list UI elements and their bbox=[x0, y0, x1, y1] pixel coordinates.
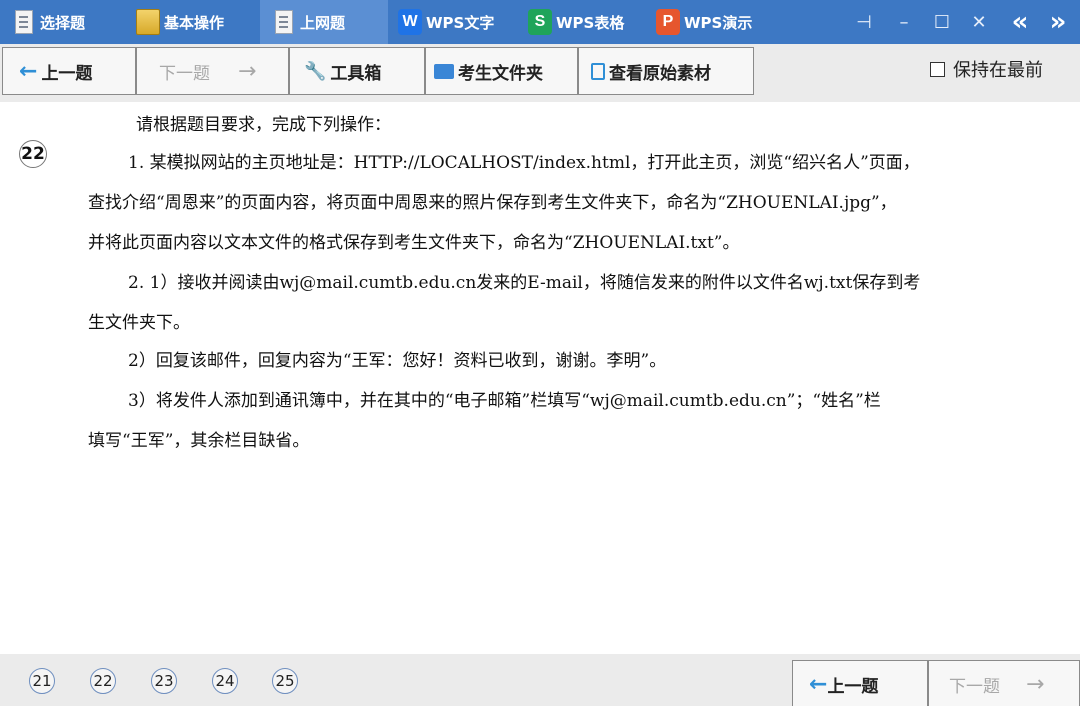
tab-label: WPS文字 bbox=[426, 13, 495, 32]
page-icon bbox=[591, 62, 605, 80]
question-line: 生文件夹下。 bbox=[88, 313, 190, 333]
tab-basic-operations[interactable]: 基本操作 bbox=[136, 0, 258, 44]
top-tab-bar: 选择题 基本操作 上网题 W WPS文字 S WPS表格 P WPS演示 ⊣ –… bbox=[0, 0, 1080, 44]
bottom-prev-question-label: 上一题 bbox=[827, 676, 879, 697]
tab-wps-presentation[interactable]: P WPS演示 bbox=[656, 0, 780, 44]
arrow-left-icon: ← bbox=[809, 671, 828, 697]
view-original-material-label: 查看原始素材 bbox=[609, 63, 711, 84]
close-icon[interactable]: ✕ bbox=[961, 0, 997, 44]
bottom-next-question-label: 下一题 bbox=[949, 676, 1000, 697]
bottom-nav-bar: 21 22 23 24 25 ← 上一题 下一题 → bbox=[0, 654, 1080, 706]
question-nav-23[interactable]: 23 bbox=[151, 668, 177, 694]
prev-question-button[interactable]: ← 上一题 bbox=[2, 47, 136, 95]
arrow-right-icon: → bbox=[238, 58, 257, 84]
question-line: 2. 1）接收并阅读由wj@mail.cumtb.edu.cn发来的E-mail… bbox=[128, 273, 921, 293]
wrench-icon: 🔧 bbox=[304, 60, 327, 82]
keep-on-top-toggle[interactable]: 保持在最前 bbox=[930, 56, 1043, 82]
tab-label: WPS演示 bbox=[684, 13, 753, 32]
question-line: 查找介绍“周恩来”的页面内容，将页面中周恩来的照片保存到考生文件夹下，命名为“Z… bbox=[88, 193, 897, 213]
wps-writer-icon: W bbox=[398, 7, 422, 37]
next-question-button[interactable]: 下一题 → bbox=[136, 47, 289, 95]
folder-icon bbox=[136, 7, 160, 37]
tab-internet[interactable]: 上网题 bbox=[260, 0, 388, 44]
bottom-next-question-button[interactable]: 下一题 → bbox=[928, 660, 1080, 706]
question-line: 填写“王军”，其余栏目缺省。 bbox=[88, 431, 310, 451]
arrow-left-icon: ← bbox=[19, 58, 38, 84]
tab-wps-writer[interactable]: W WPS文字 bbox=[398, 0, 522, 44]
question-nav-24[interactable]: 24 bbox=[212, 668, 238, 694]
doc-icon bbox=[12, 7, 36, 37]
toolbox-label: 工具箱 bbox=[330, 63, 382, 84]
keep-on-top-checkbox[interactable] bbox=[930, 61, 945, 77]
arrow-right-icon: → bbox=[1026, 671, 1045, 697]
wps-presentation-icon: P bbox=[656, 7, 680, 37]
tab-label: 基本操作 bbox=[164, 13, 225, 32]
question-nav-21[interactable]: 21 bbox=[29, 668, 55, 694]
pin-icon[interactable]: ⊣ bbox=[846, 0, 882, 44]
maximize-icon[interactable]: ☐ bbox=[924, 0, 960, 44]
question-nav-25[interactable]: 25 bbox=[272, 668, 298, 694]
question-line: 1. 某模拟网站的主页地址是：HTTP://LOCALHOST/index.ht… bbox=[128, 153, 920, 173]
prev-question-label: 上一题 bbox=[41, 63, 93, 84]
minimize-icon[interactable]: – bbox=[886, 0, 922, 44]
toolbox-button[interactable]: 🔧 工具箱 bbox=[289, 47, 425, 95]
tab-label: 选择题 bbox=[40, 13, 86, 32]
toolbar: ← 上一题 下一题 → 🔧 工具箱 考生文件夹 查看原始素材 bbox=[0, 44, 1080, 102]
question-line: 并将此页面内容以文本文件的格式保存到考生文件夹下，命名为“ZHOUENLAI.t… bbox=[88, 233, 740, 253]
keep-on-top-label: 保持在最前 bbox=[953, 60, 1043, 81]
question-line: 请根据题目要求，完成下列操作： bbox=[136, 115, 391, 135]
question-content: 22 请根据题目要求，完成下列操作： 1. 某模拟网站的主页地址是：HTTP:/… bbox=[0, 102, 1080, 654]
bottom-prev-question-button[interactable]: ← 上一题 bbox=[792, 660, 928, 706]
question-line: 3）将发件人添加到通讯簿中，并在其中的“电子邮箱”栏填写“wj@mail.cum… bbox=[128, 391, 881, 411]
question-line: 2）回复该邮件，回复内容为“王军：您好！资料已收到，谢谢。李明”。 bbox=[128, 351, 667, 371]
doc-icon bbox=[272, 7, 296, 37]
tab-multiple-choice[interactable]: 选择题 bbox=[12, 0, 130, 44]
view-original-material-button[interactable]: 查看原始素材 bbox=[578, 47, 754, 95]
question-number-badge: 22 bbox=[19, 140, 47, 168]
collapse-left-icon[interactable]: « bbox=[1002, 0, 1038, 44]
folder-icon bbox=[434, 63, 454, 79]
tab-label: 上网题 bbox=[300, 13, 346, 32]
question-nav-22[interactable]: 22 bbox=[90, 668, 116, 694]
wps-spreadsheet-icon: S bbox=[528, 7, 552, 37]
expand-right-icon[interactable]: » bbox=[1040, 0, 1076, 44]
tab-label: WPS表格 bbox=[556, 13, 625, 32]
student-folder-button[interactable]: 考生文件夹 bbox=[425, 47, 578, 95]
tab-wps-spreadsheet[interactable]: S WPS表格 bbox=[528, 0, 652, 44]
next-question-label: 下一题 bbox=[159, 63, 210, 84]
student-folder-label: 考生文件夹 bbox=[458, 63, 543, 84]
